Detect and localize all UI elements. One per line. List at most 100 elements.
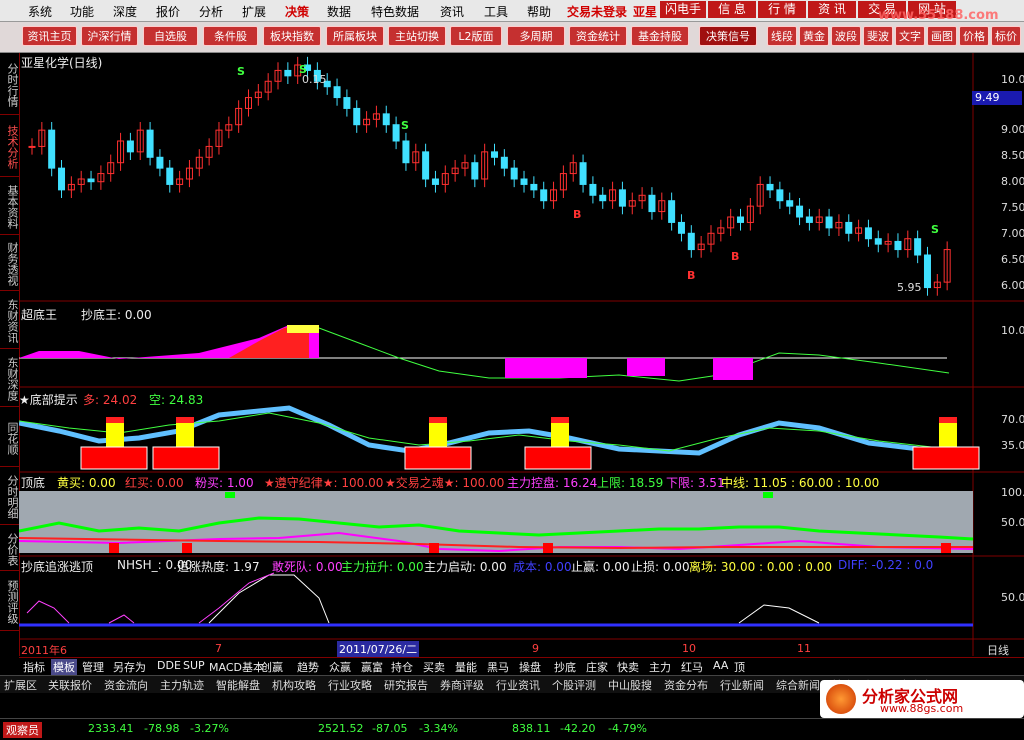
mark-price-button[interactable]: 标价 (991, 26, 1021, 46)
menu-decision[interactable]: 决策 (285, 3, 309, 20)
decision-signal-button[interactable]: 决策信号 (699, 26, 757, 46)
y-tick-7: 7.00 (1001, 227, 1024, 240)
condition-stock-button[interactable]: 条件股 (203, 26, 258, 46)
user-label[interactable]: 观察员 (3, 722, 42, 738)
indicator-tab[interactable]: 模板 (51, 659, 77, 675)
extension-tab[interactable]: 行业攻略 (328, 677, 372, 693)
white-curve (208, 574, 330, 624)
extension-tab[interactable]: 行业资讯 (496, 677, 540, 693)
menu-tools[interactable]: 工具 (484, 3, 508, 20)
menu-data[interactable]: 数据 (327, 3, 351, 20)
indicator-tab[interactable]: DDE (157, 659, 181, 672)
belong-sector-button[interactable]: 所属板块 (326, 26, 384, 46)
indicator-tab[interactable]: AA (713, 659, 728, 672)
red-cap (106, 417, 124, 423)
indicator-tab[interactable]: 创赢 (261, 659, 283, 675)
multi-period-button[interactable]: 多周期 (507, 26, 565, 46)
time-cursor-label: 2011/07/26/二 (337, 641, 420, 657)
tab-intraday[interactable]: 分时行情 (0, 53, 19, 115)
menu-function[interactable]: 功能 (70, 3, 94, 20)
menu-depth[interactable]: 深度 (113, 3, 137, 20)
menu-analysis[interactable]: 分析 (199, 3, 223, 20)
tab-rating[interactable]: 预测评级 (0, 571, 19, 631)
extension-tab[interactable]: 资金分布 (664, 677, 708, 693)
extension-tab[interactable]: 主力轨迹 (160, 677, 204, 693)
extension-tab[interactable]: 智能解盘 (216, 677, 260, 693)
red-cap (429, 417, 447, 423)
menu-help[interactable]: 帮助 (527, 3, 551, 20)
market-button[interactable]: 行 情 (758, 1, 806, 18)
info-home-button[interactable]: 资讯主页 (22, 26, 77, 46)
indicator-tab[interactable]: 众赢 (329, 659, 351, 675)
sector-index-button[interactable]: 板块指数 (263, 26, 321, 46)
indicator-tab[interactable]: MACD基本 (209, 659, 264, 675)
period-label[interactable]: 日线 (987, 642, 1009, 658)
candle-body (579, 162, 587, 185)
fund-holding-button[interactable]: 基金持股 (631, 26, 689, 46)
tab-technical[interactable]: 技术分析 (0, 115, 19, 177)
extension-tab[interactable]: 行业新闻 (720, 677, 764, 693)
draw-button[interactable]: 画图 (927, 26, 957, 46)
tab-tick-detail[interactable]: 分时明细 (0, 467, 19, 525)
panel5-label-7: 止赢: 0.00 (571, 560, 630, 574)
indicator-tab[interactable]: 庄家 (586, 659, 608, 675)
info-button[interactable]: 信 息 (708, 1, 756, 18)
indicator-tab[interactable]: 顶 (734, 659, 745, 675)
indicator-tab[interactable]: 指标 (23, 659, 45, 675)
indicator-tab[interactable]: 主力 (649, 659, 671, 675)
extension-tab[interactable]: 扩展区 (4, 677, 37, 693)
sh-sz-quote-button[interactable]: 沪深行情 (81, 26, 138, 46)
news-button[interactable]: 资 讯 (808, 1, 856, 18)
candle-body (737, 216, 745, 223)
indicator-tabs: 指标 模板 管理 另存为 DDE SUP MACD基本 创赢 趋势 众赢 赢富 持仓 买卖 量能 黑马 操盘抄… (19, 657, 1024, 675)
indicator-tab[interactable]: 持仓 (391, 659, 413, 675)
flash-trade-button[interactable]: 闪电手 (660, 1, 706, 18)
indicator-tab[interactable]: 管理 (82, 659, 104, 675)
indicator-tab[interactable]: 另存为 (113, 659, 146, 675)
tab-basic-info[interactable]: 基本资料 (0, 177, 19, 235)
indicator-tab[interactable]: 操盘 (519, 659, 541, 675)
fund-stat-button[interactable]: 资金统计 (569, 26, 627, 46)
line-segment-button[interactable]: 线段 (767, 26, 797, 46)
indicator-tab[interactable]: 趋势 (297, 659, 319, 675)
l2-layout-button[interactable]: L2版面 (450, 26, 502, 46)
menu-info[interactable]: 资讯 (440, 3, 464, 20)
menu-system[interactable]: 系统 (28, 3, 52, 20)
fibonacci-button[interactable]: 斐波 (863, 26, 893, 46)
menu-extend[interactable]: 扩展 (242, 3, 266, 20)
extension-tab[interactable]: 资金流向 (104, 677, 148, 693)
tab-price-table[interactable]: 分价表 (0, 525, 19, 571)
extension-tab[interactable]: 券商评级 (440, 677, 484, 693)
extension-tab[interactable]: 关联报价 (48, 677, 92, 693)
extension-tab[interactable]: 中山股搜 (608, 677, 652, 693)
indicator-tab[interactable]: 赢富 (361, 659, 383, 675)
login-status[interactable]: 交易未登录 (567, 3, 627, 20)
extension-tab[interactable]: 个股评测 (552, 677, 596, 693)
text-button[interactable]: 文字 (895, 26, 925, 46)
wave-button[interactable]: 波段 (831, 26, 861, 46)
extension-tab[interactable]: 机构攻略 (272, 677, 316, 693)
tab-em-depth[interactable]: 东财深度 (0, 349, 19, 407)
y-tick-1: 10.00 (1001, 73, 1024, 86)
indicator-tab[interactable]: 快卖 (617, 659, 639, 675)
candle-body (805, 216, 813, 223)
candle-body (58, 167, 66, 191)
extension-tab[interactable]: 研究报告 (384, 677, 428, 693)
menu-quote[interactable]: 报价 (156, 3, 180, 20)
indicator-tab[interactable]: 红马 (681, 659, 703, 675)
tab-financial[interactable]: 财务透视 (0, 235, 19, 291)
indicator-tab[interactable]: SUP (183, 659, 205, 672)
indicator-tab[interactable]: 买卖 (423, 659, 445, 675)
extension-tab[interactable]: 综合新闻 (776, 677, 820, 693)
watchlist-button[interactable]: 自选股 (143, 26, 198, 46)
indicator-tab[interactable]: 抄底 (554, 659, 576, 675)
indicator-tab[interactable]: 量能 (455, 659, 477, 675)
server-switch-button[interactable]: 主站切换 (388, 26, 446, 46)
gold-button[interactable]: 黄金 (799, 26, 829, 46)
indicator-tab[interactable]: 黑马 (487, 659, 509, 675)
menu-special-data[interactable]: 特色数据 (371, 3, 419, 20)
candle-body (766, 183, 774, 191)
price-button[interactable]: 价格 (959, 26, 989, 46)
tab-em-info[interactable]: 东财资讯 (0, 291, 19, 349)
tab-ths[interactable]: 同花顺 (0, 407, 19, 467)
